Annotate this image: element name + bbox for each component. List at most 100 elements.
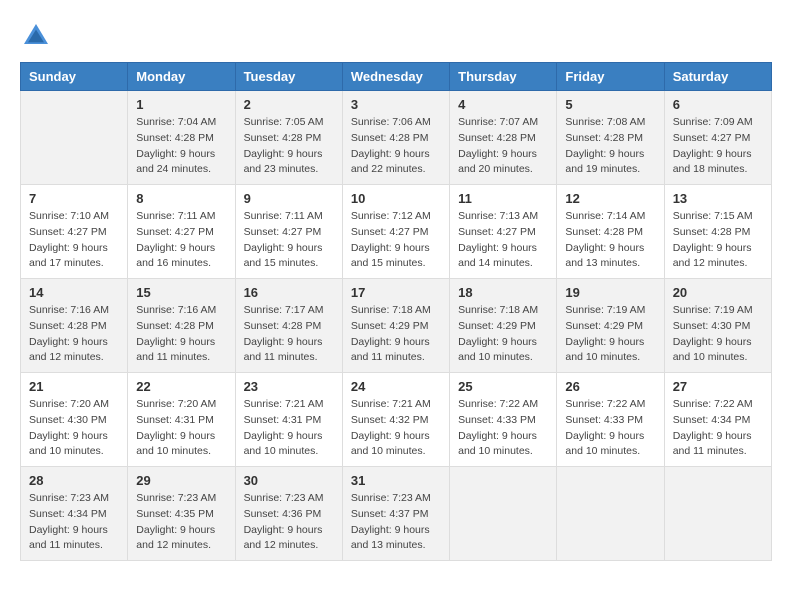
calendar-day-cell: 18 Sunrise: 7:18 AMSunset: 4:29 PMDayligh…	[450, 279, 557, 373]
day-number: 24	[351, 379, 441, 394]
day-number: 4	[458, 97, 548, 112]
calendar-week-row: 1 Sunrise: 7:04 AMSunset: 4:28 PMDaylight…	[21, 91, 772, 185]
calendar-day-cell: 4 Sunrise: 7:07 AMSunset: 4:28 PMDaylight…	[450, 91, 557, 185]
calendar-day-cell: 5 Sunrise: 7:08 AMSunset: 4:28 PMDaylight…	[557, 91, 664, 185]
calendar-day-cell: 10 Sunrise: 7:12 AMSunset: 4:27 PMDayligh…	[342, 185, 449, 279]
day-number: 7	[29, 191, 119, 206]
weekday-header: Sunday	[21, 63, 128, 91]
calendar-day-cell: 9 Sunrise: 7:11 AMSunset: 4:27 PMDaylight…	[235, 185, 342, 279]
day-number: 31	[351, 473, 441, 488]
day-number: 3	[351, 97, 441, 112]
day-info: Sunrise: 7:19 AMSunset: 4:30 PMDaylight:…	[673, 303, 763, 366]
day-info: Sunrise: 7:19 AMSunset: 4:29 PMDaylight:…	[565, 303, 655, 366]
calendar-day-cell: 8Sunrise: 7:11 AMSunset: 4:27 PMDaylight…	[128, 185, 235, 279]
day-number: 20	[673, 285, 763, 300]
day-info: Sunrise: 7:22 AMSunset: 4:33 PMDaylight:…	[565, 397, 655, 460]
calendar-day-cell: 21 Sunrise: 7:20 AMSunset: 4:30 PMDayligh…	[21, 373, 128, 467]
calendar-day-cell: 17 Sunrise: 7:18 AMSunset: 4:29 PMDayligh…	[342, 279, 449, 373]
calendar-day-cell	[21, 91, 128, 185]
day-number: 30	[244, 473, 334, 488]
calendar-day-cell: 23Sunrise: 7:21 AMSunset: 4:31 PMDayligh…	[235, 373, 342, 467]
day-info: Sunrise: 7:06 AMSunset: 4:28 PMDaylight:…	[351, 115, 441, 178]
calendar-day-cell: 26 Sunrise: 7:22 AMSunset: 4:33 PMDayligh…	[557, 373, 664, 467]
calendar-day-cell: 6 Sunrise: 7:09 AMSunset: 4:27 PMDaylight…	[664, 91, 771, 185]
calendar-week-row: 21 Sunrise: 7:20 AMSunset: 4:30 PMDayligh…	[21, 373, 772, 467]
calendar-day-cell: 12Sunrise: 7:14 AMSunset: 4:28 PMDayligh…	[557, 185, 664, 279]
weekday-header: Friday	[557, 63, 664, 91]
day-number: 9	[244, 191, 334, 206]
day-number: 21	[29, 379, 119, 394]
page-header	[20, 20, 772, 52]
day-number: 15	[136, 285, 226, 300]
day-number: 22	[136, 379, 226, 394]
day-info: Sunrise: 7:16 AMSunset: 4:28 PMDaylight:…	[29, 303, 119, 366]
day-info: Sunrise: 7:04 AMSunset: 4:28 PMDaylight:…	[136, 115, 226, 178]
day-info: Sunrise: 7:22 AMSunset: 4:34 PMDaylight:…	[673, 397, 763, 460]
calendar-day-cell: 11 Sunrise: 7:13 AMSunset: 4:27 PMDayligh…	[450, 185, 557, 279]
calendar-day-cell: 31 Sunrise: 7:23 AMSunset: 4:37 PMDayligh…	[342, 467, 449, 561]
calendar-week-row: 14 Sunrise: 7:16 AMSunset: 4:28 PMDayligh…	[21, 279, 772, 373]
calendar-day-cell: 3 Sunrise: 7:06 AMSunset: 4:28 PMDaylight…	[342, 91, 449, 185]
day-info: Sunrise: 7:09 AMSunset: 4:27 PMDaylight:…	[673, 115, 763, 178]
day-info: Sunrise: 7:12 AMSunset: 4:27 PMDaylight:…	[351, 209, 441, 272]
day-info: Sunrise: 7:16 AMSunset: 4:28 PMDaylight:…	[136, 303, 226, 366]
weekday-header: Saturday	[664, 63, 771, 91]
day-info: Sunrise: 7:13 AMSunset: 4:27 PMDaylight:…	[458, 209, 548, 272]
calendar-day-cell: 7 Sunrise: 7:10 AMSunset: 4:27 PMDaylight…	[21, 185, 128, 279]
day-number: 19	[565, 285, 655, 300]
weekday-header: Thursday	[450, 63, 557, 91]
day-number: 26	[565, 379, 655, 394]
calendar-day-cell: 28 Sunrise: 7:23 AMSunset: 4:34 PMDayligh…	[21, 467, 128, 561]
day-info: Sunrise: 7:21 AMSunset: 4:32 PMDaylight:…	[351, 397, 441, 460]
day-number: 10	[351, 191, 441, 206]
day-number: 6	[673, 97, 763, 112]
day-number: 11	[458, 191, 548, 206]
day-info: Sunrise: 7:17 AMSunset: 4:28 PMDaylight:…	[244, 303, 334, 366]
day-info: Sunrise: 7:23 AMSunset: 4:35 PMDaylight:…	[136, 491, 226, 554]
calendar-day-cell	[557, 467, 664, 561]
day-info: Sunrise: 7:11 AMSunset: 4:27 PMDaylight:…	[136, 209, 226, 272]
day-info: Sunrise: 7:23 AMSunset: 4:34 PMDaylight:…	[29, 491, 119, 554]
weekday-header: Monday	[128, 63, 235, 91]
day-info: Sunrise: 7:22 AMSunset: 4:33 PMDaylight:…	[458, 397, 548, 460]
calendar-day-cell	[664, 467, 771, 561]
day-number: 27	[673, 379, 763, 394]
day-info: Sunrise: 7:10 AMSunset: 4:27 PMDaylight:…	[29, 209, 119, 272]
calendar-table: SundayMondayTuesdayWednesdayThursdayFrid…	[20, 62, 772, 561]
day-info: Sunrise: 7:18 AMSunset: 4:29 PMDaylight:…	[458, 303, 548, 366]
calendar-day-cell	[450, 467, 557, 561]
day-info: Sunrise: 7:08 AMSunset: 4:28 PMDaylight:…	[565, 115, 655, 178]
day-info: Sunrise: 7:23 AMSunset: 4:36 PMDaylight:…	[244, 491, 334, 554]
calendar-week-row: 28 Sunrise: 7:23 AMSunset: 4:34 PMDayligh…	[21, 467, 772, 561]
calendar-day-cell: 2 Sunrise: 7:05 AMSunset: 4:28 PMDaylight…	[235, 91, 342, 185]
day-info: Sunrise: 7:20 AMSunset: 4:31 PMDaylight:…	[136, 397, 226, 460]
day-info: Sunrise: 7:05 AMSunset: 4:28 PMDaylight:…	[244, 115, 334, 178]
calendar-day-cell: 13Sunrise: 7:15 AMSunset: 4:28 PMDayligh…	[664, 185, 771, 279]
day-info: Sunrise: 7:11 AMSunset: 4:27 PMDaylight:…	[244, 209, 334, 272]
day-number: 17	[351, 285, 441, 300]
weekday-header: Wednesday	[342, 63, 449, 91]
day-number: 5	[565, 97, 655, 112]
day-number: 28	[29, 473, 119, 488]
calendar-day-cell: 14 Sunrise: 7:16 AMSunset: 4:28 PMDayligh…	[21, 279, 128, 373]
logo	[20, 20, 56, 52]
calendar-day-cell: 16 Sunrise: 7:17 AMSunset: 4:28 PMDayligh…	[235, 279, 342, 373]
day-info: Sunrise: 7:07 AMSunset: 4:28 PMDaylight:…	[458, 115, 548, 178]
day-number: 16	[244, 285, 334, 300]
day-number: 23	[244, 379, 334, 394]
day-number: 18	[458, 285, 548, 300]
day-number: 1	[136, 97, 226, 112]
day-info: Sunrise: 7:20 AMSunset: 4:30 PMDaylight:…	[29, 397, 119, 460]
calendar-day-cell: 1 Sunrise: 7:04 AMSunset: 4:28 PMDaylight…	[128, 91, 235, 185]
day-number: 14	[29, 285, 119, 300]
day-info: Sunrise: 7:18 AMSunset: 4:29 PMDaylight:…	[351, 303, 441, 366]
calendar-day-cell: 30 Sunrise: 7:23 AMSunset: 4:36 PMDayligh…	[235, 467, 342, 561]
day-number: 25	[458, 379, 548, 394]
calendar-day-cell: 24 Sunrise: 7:21 AMSunset: 4:32 PMDayligh…	[342, 373, 449, 467]
day-info: Sunrise: 7:14 AMSunset: 4:28 PMDaylight:…	[565, 209, 655, 272]
calendar-day-cell: 15 Sunrise: 7:16 AMSunset: 4:28 PMDayligh…	[128, 279, 235, 373]
day-info: Sunrise: 7:23 AMSunset: 4:37 PMDaylight:…	[351, 491, 441, 554]
day-number: 2	[244, 97, 334, 112]
logo-icon	[20, 20, 52, 52]
calendar-day-cell: 29Sunrise: 7:23 AMSunset: 4:35 PMDayligh…	[128, 467, 235, 561]
